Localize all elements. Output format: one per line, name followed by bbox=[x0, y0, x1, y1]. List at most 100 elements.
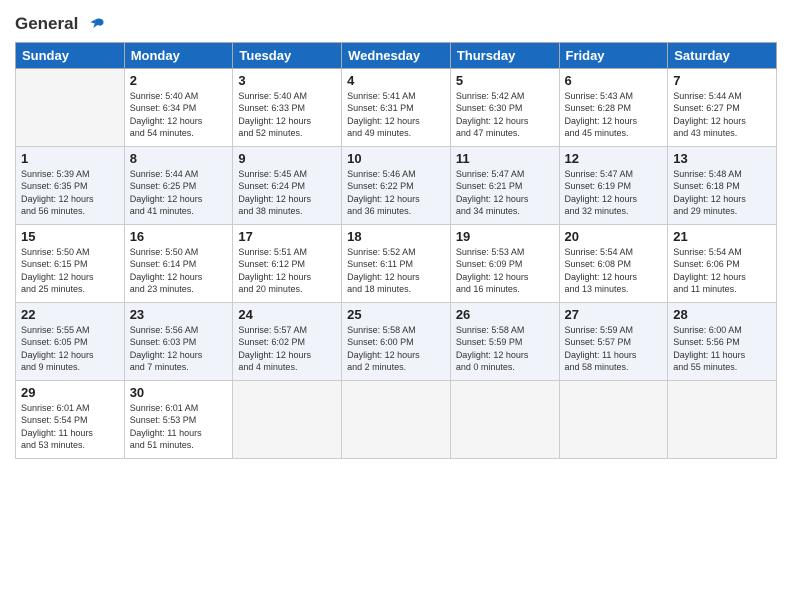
col-header-friday: Friday bbox=[559, 42, 668, 68]
day-number: 29 bbox=[21, 385, 119, 400]
calendar-cell: 1 Sunrise: 5:39 AM Sunset: 6:35 PM Daylig… bbox=[16, 146, 125, 224]
calendar-cell: 27 Sunrise: 5:59 AM Sunset: 5:57 PM Dayli… bbox=[559, 302, 668, 380]
cell-info: Sunrise: 5:54 AM Sunset: 6:08 PM Dayligh… bbox=[565, 246, 663, 296]
cell-info: Sunrise: 5:50 AM Sunset: 6:15 PM Dayligh… bbox=[21, 246, 119, 296]
cell-info: Sunrise: 5:47 AM Sunset: 6:19 PM Dayligh… bbox=[565, 168, 663, 218]
day-number: 4 bbox=[347, 73, 445, 88]
calendar-cell bbox=[668, 380, 777, 458]
calendar-cell: 6Sunrise: 5:43 AM Sunset: 6:28 PM Daylig… bbox=[559, 68, 668, 146]
calendar-cell: 21Sunrise: 5:54 AM Sunset: 6:06 PM Dayli… bbox=[668, 224, 777, 302]
cell-info: Sunrise: 5:44 AM Sunset: 6:25 PM Dayligh… bbox=[130, 168, 228, 218]
week-row-3: 22 Sunrise: 5:55 AM Sunset: 6:05 PM Dayli… bbox=[16, 302, 777, 380]
calendar-cell: 4 Sunrise: 5:41 AM Sunset: 6:31 PM Daylig… bbox=[342, 68, 451, 146]
calendar-cell: 3 Sunrise: 5:40 AM Sunset: 6:33 PM Daylig… bbox=[233, 68, 342, 146]
calendar-cell: 30 Sunrise: 6:01 AM Sunset: 5:53 PM Dayli… bbox=[124, 380, 233, 458]
cell-info: Sunrise: 5:47 AM Sunset: 6:21 PM Dayligh… bbox=[456, 168, 554, 218]
header-row: SundayMondayTuesdayWednesdayThursdayFrid… bbox=[16, 42, 777, 68]
col-header-thursday: Thursday bbox=[450, 42, 559, 68]
cell-info: Sunrise: 5:48 AM Sunset: 6:18 PM Dayligh… bbox=[673, 168, 771, 218]
page-container: General SundayMondayTuesdayWednesdayThur… bbox=[0, 0, 792, 469]
cell-info: Sunrise: 5:46 AM Sunset: 6:22 PM Dayligh… bbox=[347, 168, 445, 218]
calendar-cell: 15 Sunrise: 5:50 AM Sunset: 6:15 PM Dayli… bbox=[16, 224, 125, 302]
calendar-cell: 22 Sunrise: 5:55 AM Sunset: 6:05 PM Dayli… bbox=[16, 302, 125, 380]
cell-info: Sunrise: 6:01 AM Sunset: 5:54 PM Dayligh… bbox=[21, 402, 119, 452]
calendar-cell bbox=[450, 380, 559, 458]
col-header-tuesday: Tuesday bbox=[233, 42, 342, 68]
cell-info: Sunrise: 5:42 AM Sunset: 6:30 PM Dayligh… bbox=[456, 90, 554, 140]
week-row-4: 29 Sunrise: 6:01 AM Sunset: 5:54 PM Dayli… bbox=[16, 380, 777, 458]
day-number: 21 bbox=[673, 229, 771, 244]
calendar-cell: 24 Sunrise: 5:57 AM Sunset: 6:02 PM Dayli… bbox=[233, 302, 342, 380]
day-number: 13 bbox=[673, 151, 771, 166]
calendar-cell: 16Sunrise: 5:50 AM Sunset: 6:14 PM Dayli… bbox=[124, 224, 233, 302]
day-number: 30 bbox=[130, 385, 228, 400]
day-number: 24 bbox=[238, 307, 336, 322]
col-header-saturday: Saturday bbox=[668, 42, 777, 68]
week-row-0: 2 Sunrise: 5:40 AM Sunset: 6:34 PM Daylig… bbox=[16, 68, 777, 146]
calendar-cell bbox=[342, 380, 451, 458]
col-header-monday: Monday bbox=[124, 42, 233, 68]
calendar-cell: 23Sunrise: 5:56 AM Sunset: 6:03 PM Dayli… bbox=[124, 302, 233, 380]
day-number: 20 bbox=[565, 229, 663, 244]
calendar-cell: 18 Sunrise: 5:52 AM Sunset: 6:11 PM Dayli… bbox=[342, 224, 451, 302]
cell-info: Sunrise: 5:39 AM Sunset: 6:35 PM Dayligh… bbox=[21, 168, 119, 218]
cell-info: Sunrise: 5:57 AM Sunset: 6:02 PM Dayligh… bbox=[238, 324, 336, 374]
calendar-cell: 2 Sunrise: 5:40 AM Sunset: 6:34 PM Daylig… bbox=[124, 68, 233, 146]
cell-info: Sunrise: 5:58 AM Sunset: 6:00 PM Dayligh… bbox=[347, 324, 445, 374]
cell-info: Sunrise: 6:00 AM Sunset: 5:56 PM Dayligh… bbox=[673, 324, 771, 374]
calendar-cell: 17 Sunrise: 5:51 AM Sunset: 6:12 PM Dayli… bbox=[233, 224, 342, 302]
cell-info: Sunrise: 5:58 AM Sunset: 5:59 PM Dayligh… bbox=[456, 324, 554, 374]
calendar-cell: 12 Sunrise: 5:47 AM Sunset: 6:19 PM Dayli… bbox=[559, 146, 668, 224]
cell-info: Sunrise: 5:41 AM Sunset: 6:31 PM Dayligh… bbox=[347, 90, 445, 140]
calendar-cell: 19Sunrise: 5:53 AM Sunset: 6:09 PM Dayli… bbox=[450, 224, 559, 302]
day-number: 7 bbox=[673, 73, 771, 88]
calendar-cell: 10 Sunrise: 5:46 AM Sunset: 6:22 PM Dayli… bbox=[342, 146, 451, 224]
day-number: 2 bbox=[130, 73, 228, 88]
cell-info: Sunrise: 5:52 AM Sunset: 6:11 PM Dayligh… bbox=[347, 246, 445, 296]
col-header-sunday: Sunday bbox=[16, 42, 125, 68]
calendar-cell: 25Sunrise: 5:58 AM Sunset: 6:00 PM Dayli… bbox=[342, 302, 451, 380]
day-number: 19 bbox=[456, 229, 554, 244]
week-row-2: 15 Sunrise: 5:50 AM Sunset: 6:15 PM Dayli… bbox=[16, 224, 777, 302]
day-number: 23 bbox=[130, 307, 228, 322]
calendar-cell: 11 Sunrise: 5:47 AM Sunset: 6:21 PM Dayli… bbox=[450, 146, 559, 224]
day-number: 17 bbox=[238, 229, 336, 244]
cell-info: Sunrise: 5:50 AM Sunset: 6:14 PM Dayligh… bbox=[130, 246, 228, 296]
calendar-cell: 7Sunrise: 5:44 AM Sunset: 6:27 PM Daylig… bbox=[668, 68, 777, 146]
calendar-cell: 13 Sunrise: 5:48 AM Sunset: 6:18 PM Dayli… bbox=[668, 146, 777, 224]
day-number: 27 bbox=[565, 307, 663, 322]
day-number: 6 bbox=[565, 73, 663, 88]
day-number: 3 bbox=[238, 73, 336, 88]
header: General bbox=[15, 10, 777, 34]
cell-info: Sunrise: 6:01 AM Sunset: 5:53 PM Dayligh… bbox=[130, 402, 228, 452]
calendar-cell: 20 Sunrise: 5:54 AM Sunset: 6:08 PM Dayli… bbox=[559, 224, 668, 302]
cell-info: Sunrise: 5:40 AM Sunset: 6:34 PM Dayligh… bbox=[130, 90, 228, 140]
cell-info: Sunrise: 5:55 AM Sunset: 6:05 PM Dayligh… bbox=[21, 324, 119, 374]
col-header-wednesday: Wednesday bbox=[342, 42, 451, 68]
calendar-cell: 28 Sunrise: 6:00 AM Sunset: 5:56 PM Dayli… bbox=[668, 302, 777, 380]
day-number: 22 bbox=[21, 307, 119, 322]
calendar-cell bbox=[233, 380, 342, 458]
day-number: 1 bbox=[21, 151, 119, 166]
calendar-cell: 8 Sunrise: 5:44 AM Sunset: 6:25 PM Daylig… bbox=[124, 146, 233, 224]
day-number: 11 bbox=[456, 151, 554, 166]
day-number: 28 bbox=[673, 307, 771, 322]
calendar-table: SundayMondayTuesdayWednesdayThursdayFrid… bbox=[15, 42, 777, 459]
day-number: 26 bbox=[456, 307, 554, 322]
day-number: 8 bbox=[130, 151, 228, 166]
logo-bird-icon bbox=[83, 16, 105, 34]
day-number: 9 bbox=[238, 151, 336, 166]
cell-info: Sunrise: 5:45 AM Sunset: 6:24 PM Dayligh… bbox=[238, 168, 336, 218]
day-number: 15 bbox=[21, 229, 119, 244]
cell-info: Sunrise: 5:59 AM Sunset: 5:57 PM Dayligh… bbox=[565, 324, 663, 374]
calendar-cell: 9 Sunrise: 5:45 AM Sunset: 6:24 PM Daylig… bbox=[233, 146, 342, 224]
day-number: 18 bbox=[347, 229, 445, 244]
week-row-1: 1 Sunrise: 5:39 AM Sunset: 6:35 PM Daylig… bbox=[16, 146, 777, 224]
cell-info: Sunrise: 5:40 AM Sunset: 6:33 PM Dayligh… bbox=[238, 90, 336, 140]
cell-info: Sunrise: 5:51 AM Sunset: 6:12 PM Dayligh… bbox=[238, 246, 336, 296]
calendar-cell: 26 Sunrise: 5:58 AM Sunset: 5:59 PM Dayli… bbox=[450, 302, 559, 380]
calendar-cell: 5Sunrise: 5:42 AM Sunset: 6:30 PM Daylig… bbox=[450, 68, 559, 146]
calendar-cell bbox=[559, 380, 668, 458]
day-number: 12 bbox=[565, 151, 663, 166]
day-number: 10 bbox=[347, 151, 445, 166]
